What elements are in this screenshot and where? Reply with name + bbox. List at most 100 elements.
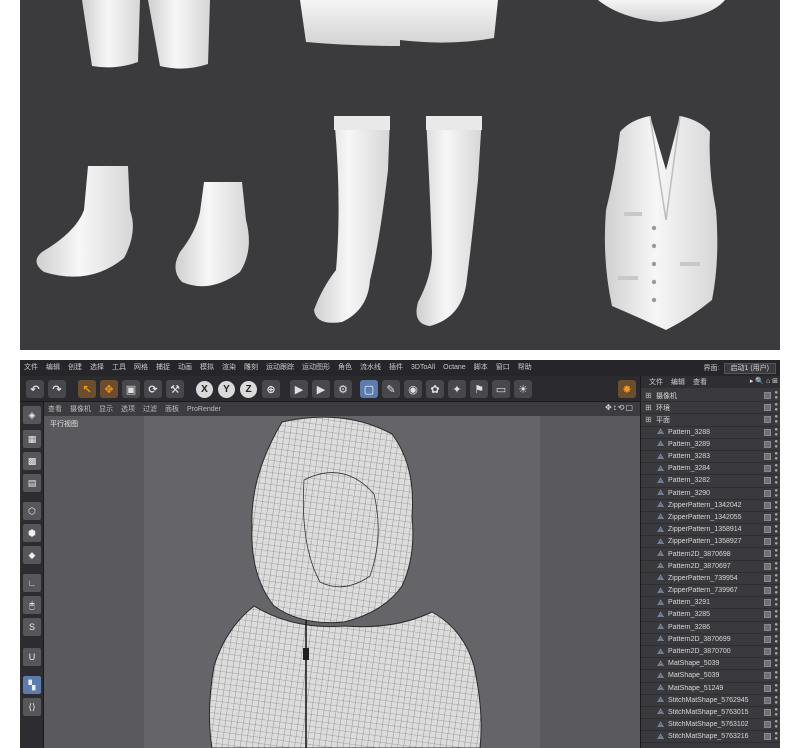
axis-y-button[interactable]: Y: [218, 381, 235, 398]
object-row[interactable]: ⟁ Pattern_3291 ● ●: [641, 597, 780, 610]
visibility-check-icon[interactable]: [764, 574, 771, 582]
object-row[interactable]: ⟁ Pattern2D_3870699 ● ●: [641, 634, 780, 646]
object-menu-view[interactable]: 查看: [689, 377, 711, 387]
visibility-check-icon[interactable]: [764, 526, 771, 534]
snap-toggle-icon[interactable]: S: [23, 618, 41, 636]
visibility-check-icon[interactable]: [764, 696, 771, 704]
render-dots-icon[interactable]: ● ●: [774, 634, 778, 645]
move-tool-icon[interactable]: ✥: [100, 380, 118, 398]
menu-render[interactable]: 渲染: [218, 360, 240, 376]
object-menu-edit[interactable]: 编辑: [667, 377, 689, 387]
visibility-check-icon[interactable]: [764, 721, 771, 729]
object-row[interactable]: ⟁ Pattern_3282 ● ●: [641, 475, 780, 488]
render-settings-icon[interactable]: ⚙: [334, 380, 352, 398]
render-dots-icon[interactable]: ● ●: [774, 707, 778, 718]
render-dots-icon[interactable]: ● ●: [774, 731, 778, 742]
object-row[interactable]: ⟁ Pattern_3289 ● ●: [641, 439, 780, 451]
object-row[interactable]: ⟁ ZipperPattern_739954 ● ●: [641, 573, 780, 585]
select-arrow-icon[interactable]: ↖: [78, 380, 96, 398]
deformer-icon[interactable]: ✦: [448, 380, 466, 398]
3d-viewport[interactable]: 平行视图: [44, 416, 640, 748]
object-row[interactable]: ⟁ Pattern_3290 ● ●: [641, 488, 780, 500]
object-row[interactable]: ⟁ MatShape_51249 ● ●: [641, 683, 780, 695]
tweak-mode-icon[interactable]: 🖱: [23, 596, 41, 614]
object-row[interactable]: ⟁ ZipperPattern_1342055 ● ●: [641, 512, 780, 525]
object-manager-tools[interactable]: ▸ 🔍 ⌂ ⊞: [750, 377, 778, 385]
render-dots-icon[interactable]: ● ●: [774, 695, 778, 706]
visibility-check-icon[interactable]: [764, 684, 771, 692]
redo-icon[interactable]: ↷: [48, 380, 66, 398]
visibility-check-icon[interactable]: [764, 708, 771, 716]
visibility-check-icon[interactable]: [764, 587, 771, 594]
menu-mograph[interactable]: 运动图形: [298, 360, 334, 376]
symmetry-icon[interactable]: ⟨⟩: [23, 698, 41, 716]
render-dots-icon[interactable]: ● ●: [774, 719, 778, 730]
nurbs-icon[interactable]: ◉: [404, 380, 422, 398]
object-row[interactable]: ⟁ Pattern_3286 ● ●: [641, 622, 780, 634]
menu-3dtoall[interactable]: 3DToAll: [407, 360, 439, 376]
render-dots-icon[interactable]: ● ●: [774, 439, 778, 450]
object-row[interactable]: ⊞ 摄像机 ● ●: [641, 390, 780, 403]
menu-animate[interactable]: 动画: [174, 360, 196, 376]
render-dots-icon[interactable]: ● ●: [774, 524, 778, 535]
visibility-check-icon[interactable]: [764, 392, 771, 399]
object-row[interactable]: ⟁ StitchMatShape_5763102 ● ●: [641, 719, 780, 732]
visibility-check-icon[interactable]: [764, 465, 771, 473]
render-dots-icon[interactable]: ● ●: [774, 390, 778, 401]
interactive-render-icon[interactable]: ✸: [618, 380, 636, 398]
menu-snap[interactable]: 捕捉: [152, 360, 174, 376]
object-row[interactable]: ⟁ MatShape_5039 ● ●: [641, 658, 780, 671]
visibility-check-icon[interactable]: [764, 489, 771, 497]
viewport-menu-view[interactable]: 查看: [44, 404, 66, 414]
viewport-menu-prorender[interactable]: ProRender: [183, 406, 225, 413]
menu-script[interactable]: 脚本: [470, 360, 492, 376]
object-row[interactable]: ⟁ Pattern_3283 ● ●: [641, 451, 780, 464]
menu-motion-tracking[interactable]: 运动跟踪: [262, 360, 298, 376]
viewport-menu-display[interactable]: 显示: [95, 404, 117, 414]
rotate-tool-icon[interactable]: ⟳: [144, 380, 162, 398]
render-dots-icon[interactable]: ● ●: [774, 512, 778, 523]
visibility-check-icon[interactable]: [764, 428, 771, 436]
object-row[interactable]: ⟁ Pattern_3285 ● ●: [641, 609, 780, 622]
menu-edit[interactable]: 编辑: [42, 360, 64, 376]
menu-help[interactable]: 帮助: [514, 360, 536, 376]
visibility-check-icon[interactable]: [764, 623, 771, 631]
visibility-check-icon[interactable]: [764, 538, 771, 546]
menu-sculpt[interactable]: 雕刻: [240, 360, 262, 376]
visibility-check-icon[interactable]: [764, 550, 771, 558]
object-row[interactable]: ⟁ ZipperPattern_1358927 ● ●: [641, 536, 780, 549]
render-dots-icon[interactable]: ● ●: [774, 609, 778, 620]
object-row[interactable]: ⟁ Pattern2D_3870698 ● ●: [641, 548, 780, 561]
object-row[interactable]: ⟁ ZipperPattern_1342042 ● ●: [641, 500, 780, 512]
visibility-check-icon[interactable]: [764, 660, 771, 668]
visibility-check-icon[interactable]: [764, 611, 771, 619]
render-dots-icon[interactable]: ● ●: [774, 658, 778, 669]
menu-create[interactable]: 创建: [64, 360, 86, 376]
visibility-check-icon[interactable]: [764, 733, 771, 741]
render-dots-icon[interactable]: ● ●: [774, 646, 778, 657]
object-row[interactable]: ⟁ ZipperPattern_739967 ● ●: [641, 585, 780, 598]
render-dots-icon[interactable]: ● ●: [774, 548, 778, 559]
axis-x-button[interactable]: X: [196, 381, 213, 398]
render-dots-icon[interactable]: ● ●: [774, 585, 778, 596]
visibility-check-icon[interactable]: [764, 440, 771, 448]
object-row[interactable]: ⊞ 平面 ● ●: [641, 414, 780, 427]
scene-icon[interactable]: ⚑: [470, 380, 488, 398]
menu-tools[interactable]: 工具: [108, 360, 130, 376]
render-picture-icon[interactable]: ▶: [312, 380, 330, 398]
visibility-check-icon[interactable]: [764, 452, 771, 460]
render-dots-icon[interactable]: ● ●: [774, 451, 778, 462]
menu-plugins[interactable]: 插件: [385, 360, 407, 376]
axis-mode-icon[interactable]: ∟: [23, 574, 41, 592]
render-dots-icon[interactable]: ● ●: [774, 488, 778, 499]
polygons-mode-icon[interactable]: ◆: [23, 546, 41, 564]
render-view-icon[interactable]: ▶: [290, 380, 308, 398]
undo-icon[interactable]: ↶: [26, 380, 44, 398]
menu-octane[interactable]: Octane: [439, 360, 470, 376]
render-dots-icon[interactable]: ● ●: [774, 475, 778, 486]
viewport-menu-filter[interactable]: 过滤: [139, 404, 161, 414]
visibility-check-icon[interactable]: [764, 404, 771, 412]
menu-pipeline[interactable]: 流水线: [356, 360, 385, 376]
visibility-check-icon[interactable]: [764, 672, 771, 680]
object-row[interactable]: ⟁ ZipperPattern_1358914 ● ●: [641, 524, 780, 537]
